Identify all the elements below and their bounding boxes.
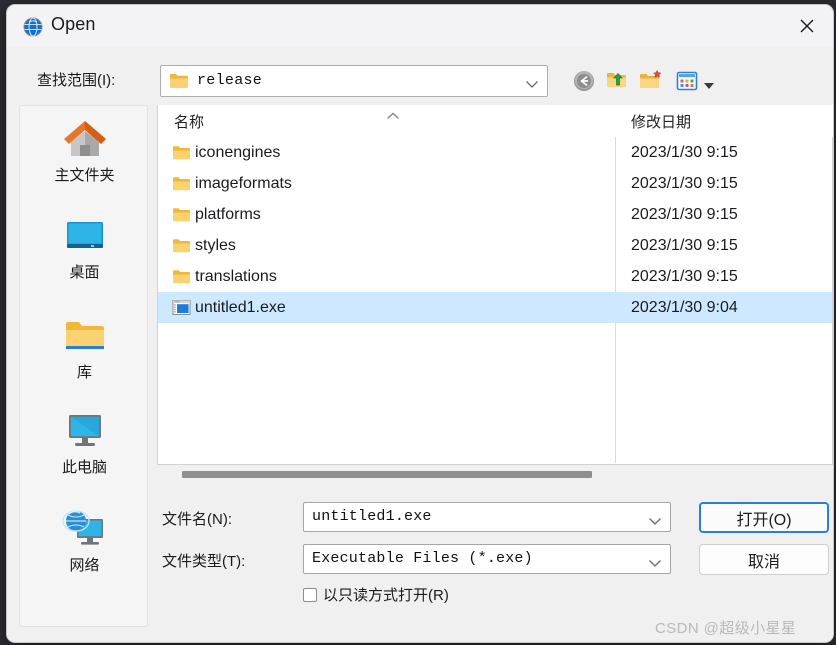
parent-folder-icon[interactable] [605, 68, 629, 92]
table-row[interactable]: iconengines 2023/1/30 9:15 [158, 137, 832, 168]
this-pc-icon [61, 406, 109, 454]
home-icon [61, 114, 109, 162]
view-mode-icon[interactable] [675, 69, 699, 93]
open-file-dialog: Open 查找范围(I): release 主文件夹 桌面 库 此电脑 网络 名… [6, 4, 834, 643]
file-name-text: platforms [195, 205, 261, 223]
file-date-cell: 2023/1/30 9:15 [631, 205, 738, 223]
read-only-label: 以只读方式打开(R) [323, 587, 449, 604]
watermark: CSDN @超级小星星 [655, 620, 797, 637]
exe-icon [172, 299, 191, 316]
back-icon[interactable] [572, 69, 596, 93]
cancel-button[interactable]: 取消 [699, 544, 829, 575]
file-name-input-value: untitled1.exe [312, 508, 432, 525]
folder-icon [172, 268, 191, 285]
desktop-icon [61, 211, 109, 259]
table-row[interactable]: translations 2023/1/30 9:15 [158, 261, 832, 292]
sidebar-item-this-pc[interactable]: 此电脑 [20, 406, 149, 477]
sort-ascending-icon [386, 108, 400, 119]
sidebar-item-label: 库 [76, 364, 92, 381]
table-row[interactable]: styles 2023/1/30 9:15 [158, 230, 832, 261]
file-name-text: imageformats [195, 174, 292, 192]
screen: Open 查找范围(I): release 主文件夹 桌面 库 此电脑 网络 名… [0, 0, 836, 645]
file-date-cell: 2023/1/30 9:15 [631, 143, 738, 161]
view-mode-chevron-down-icon[interactable] [703, 77, 715, 89]
sidebar-item-network[interactable]: 网络 [20, 504, 149, 575]
open-button[interactable]: 打开(O) [699, 502, 829, 533]
sidebar-item-desktop[interactable]: 桌面 [20, 211, 149, 282]
file-name-cell: iconengines [158, 137, 280, 168]
file-name-cell: platforms [158, 199, 261, 230]
file-name-text: untitled1.exe [195, 298, 286, 316]
sidebar-item-label: 主文件夹 [54, 167, 115, 184]
sidebar-item-home[interactable]: 主文件夹 [20, 114, 149, 185]
read-only-checkbox-row[interactable]: 以只读方式打开(R) [303, 584, 449, 605]
close-icon [800, 19, 814, 33]
file-date-cell: 2023/1/30 9:04 [631, 298, 738, 316]
look-in-combobox[interactable]: release [160, 65, 548, 97]
close-button[interactable] [781, 5, 833, 47]
table-row[interactable]: platforms 2023/1/30 9:15 [158, 199, 832, 230]
table-row[interactable]: imageformats 2023/1/30 9:15 [158, 168, 832, 199]
chevron-down-icon[interactable] [525, 76, 539, 88]
file-name-text: translations [195, 267, 277, 285]
file-name-cell: styles [158, 230, 236, 261]
network-icon [61, 504, 109, 552]
file-name-text: styles [195, 236, 236, 254]
column-header-date[interactable]: 修改日期 [615, 105, 833, 137]
file-list[interactable]: 名称 修改日期 iconengines 2023/1/30 9:15 image… [157, 105, 833, 465]
folder-icon [172, 206, 191, 223]
scrollbar-thumb[interactable] [182, 471, 592, 478]
table-row[interactable]: untitled1.exe 2023/1/30 9:04 [158, 292, 832, 323]
sidebar-item-library[interactable]: 库 [20, 311, 149, 382]
file-name-input[interactable]: untitled1.exe [303, 502, 671, 532]
column-header-name-label: 名称 [174, 113, 205, 131]
new-folder-icon[interactable] [639, 68, 663, 92]
sidebar-item-label: 桌面 [69, 264, 100, 281]
sidebar-item-label: 此电脑 [61, 459, 107, 476]
library-folder-icon [61, 311, 109, 359]
file-name-label: 文件名(N): [162, 511, 232, 528]
chevron-down-icon[interactable] [648, 513, 662, 525]
file-type-label: 文件类型(T): [162, 553, 246, 570]
read-only-checkbox[interactable] [303, 587, 317, 602]
sidebar-item-label: 网络 [69, 557, 100, 574]
file-type-combobox[interactable]: Executable Files (*.exe) [303, 544, 671, 574]
look-in-value: release [197, 72, 263, 89]
look-in-label: 查找范围(I): [37, 72, 116, 89]
file-date-cell: 2023/1/30 9:15 [631, 267, 738, 285]
folder-icon [172, 237, 191, 254]
file-name-cell: imageformats [158, 168, 292, 199]
file-name-text: iconengines [195, 143, 281, 161]
title-bar: Open [7, 5, 833, 47]
folder-icon [169, 72, 189, 89]
places-sidebar: 主文件夹 桌面 库 此电脑 网络 [19, 105, 148, 627]
chevron-down-icon[interactable] [648, 555, 662, 567]
file-name-cell: translations [158, 261, 277, 292]
column-header-name[interactable]: 名称 [158, 105, 615, 137]
file-date-cell: 2023/1/30 9:15 [631, 174, 738, 192]
file-name-cell: untitled1.exe [158, 292, 286, 323]
qt-globe-icon [23, 17, 43, 37]
file-type-value: Executable Files (*.exe) [312, 550, 533, 567]
folder-icon [172, 175, 191, 192]
horizontal-scrollbar[interactable] [157, 467, 833, 483]
column-header-date-label: 修改日期 [631, 113, 692, 131]
window-title: Open [51, 14, 96, 34]
folder-icon [172, 144, 191, 161]
file-date-cell: 2023/1/30 9:15 [631, 236, 738, 254]
